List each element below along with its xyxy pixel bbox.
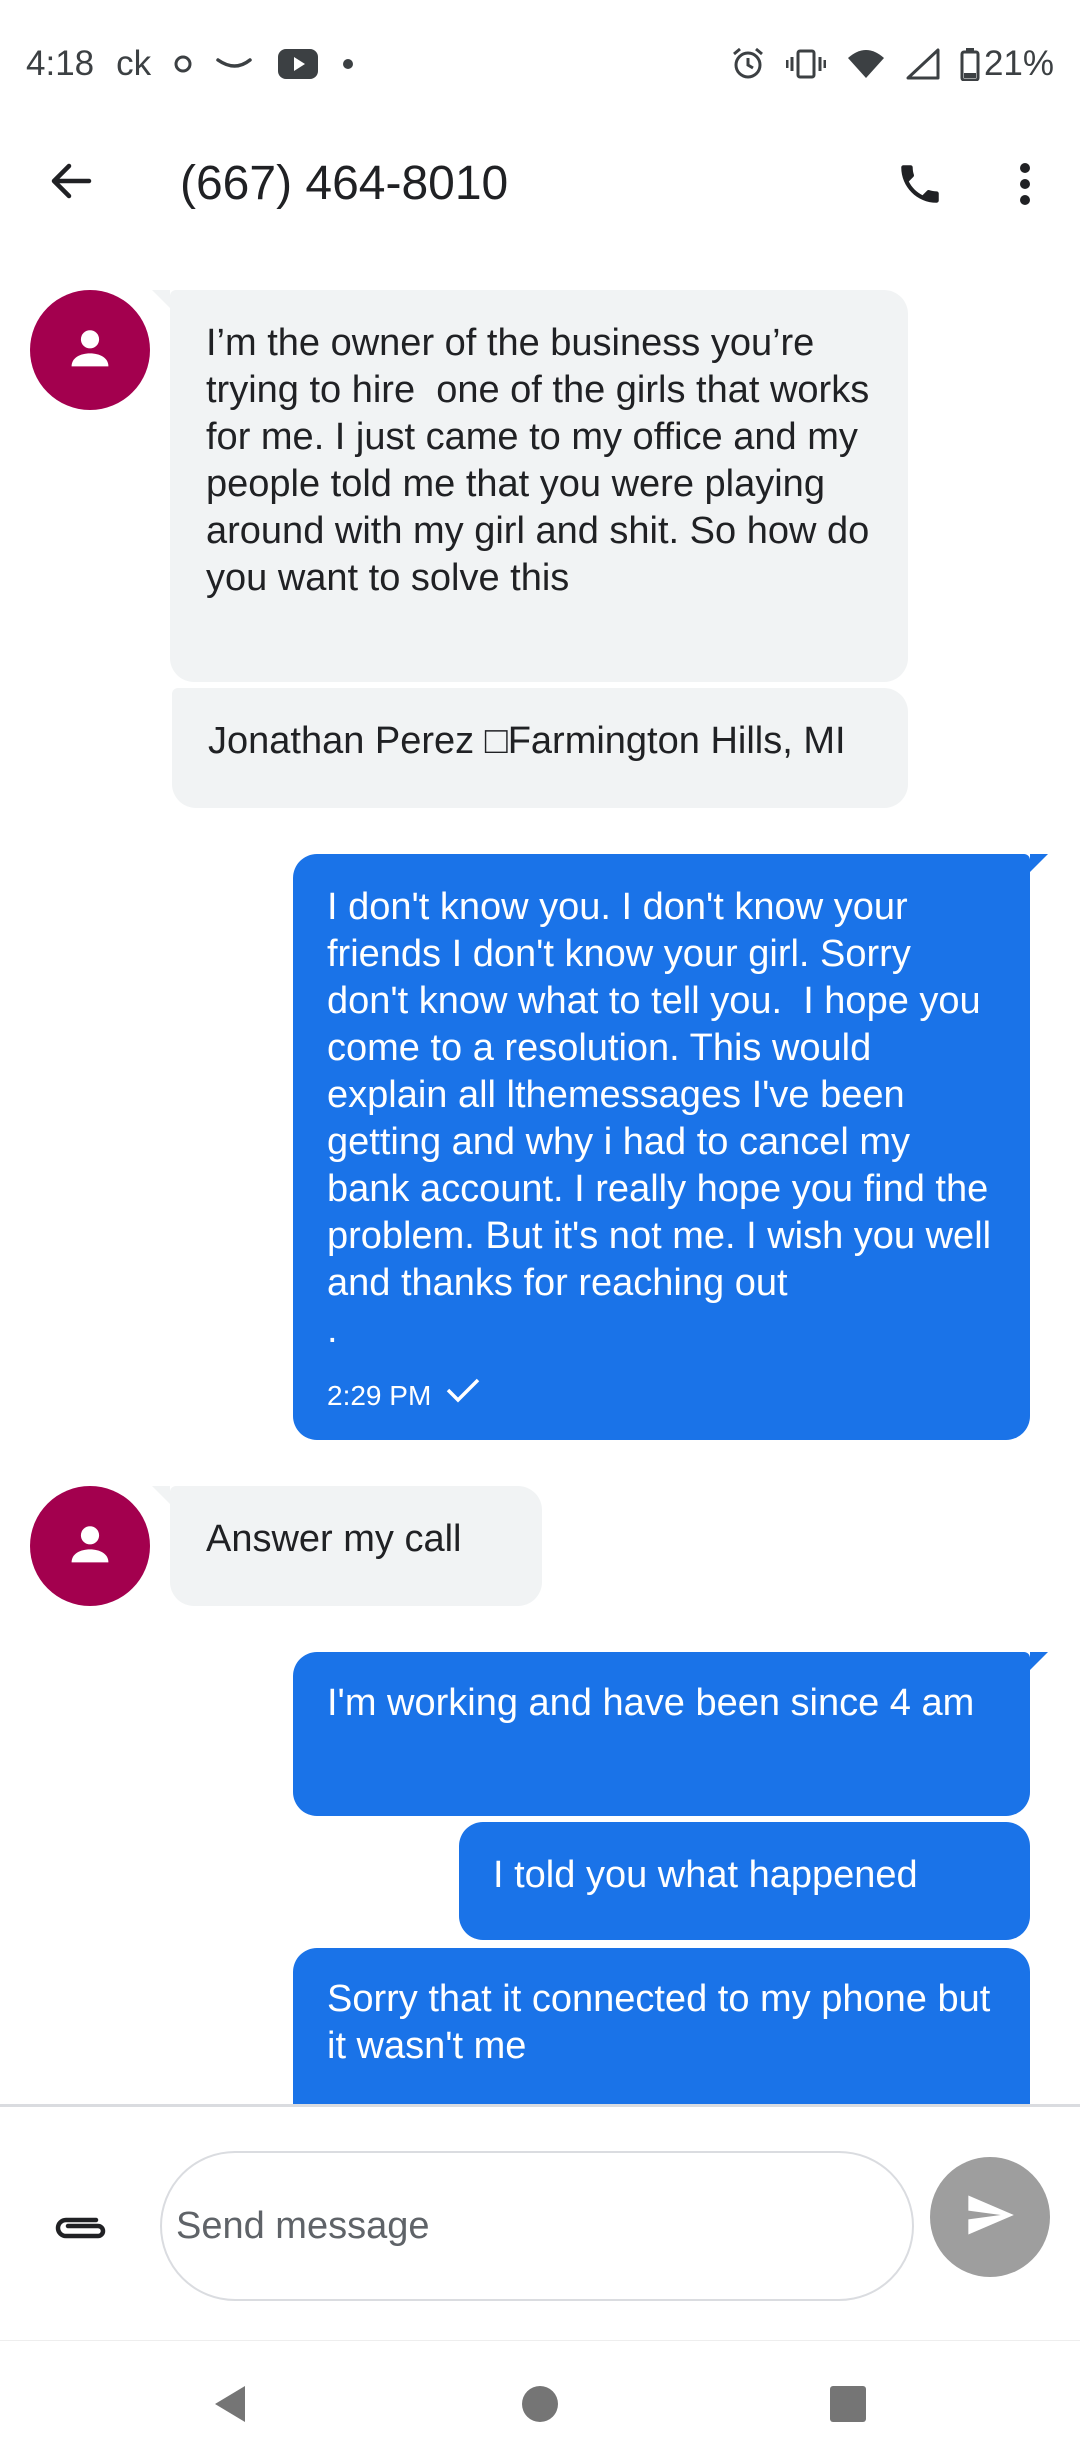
nav-back-button[interactable] xyxy=(194,2371,264,2441)
message-input[interactable] xyxy=(160,2151,914,2301)
alarm-icon xyxy=(730,46,766,82)
incoming-message-bubble[interactable]: I’m the owner of the business you’re try… xyxy=(170,290,908,682)
dot-icon xyxy=(173,54,193,74)
battery-percent: 21% xyxy=(983,44,1054,83)
bubble-tail xyxy=(1030,1652,1048,1670)
bubble-tail xyxy=(1030,854,1048,872)
status-bar: 4:18 ck 21% xyxy=(0,0,1080,134)
phone-icon xyxy=(895,159,945,214)
person-icon xyxy=(64,322,116,379)
contact-avatar[interactable] xyxy=(30,290,150,410)
message-text: Sorry that it connected to my phone but … xyxy=(327,1978,1001,2067)
message-text: Jonathan Perez □Farmington Hills, MI xyxy=(208,720,846,762)
person-icon xyxy=(64,1518,116,1575)
bubble-tail xyxy=(152,1486,170,1504)
back-arrow-icon xyxy=(49,159,93,208)
battery-icon xyxy=(960,47,980,81)
message-text: I told you what happened xyxy=(493,1854,918,1896)
send-button[interactable] xyxy=(930,2157,1050,2277)
amazon-smile-icon xyxy=(215,54,255,74)
vibrate-icon xyxy=(785,48,826,80)
bubble-tail xyxy=(152,290,170,308)
message-text: I'm working and have been since 4 am xyxy=(327,1682,975,1724)
compose-bar xyxy=(0,2104,1080,2340)
outgoing-message-bubble[interactable]: I told you what happened xyxy=(459,1822,1030,1940)
send-icon xyxy=(964,2189,1016,2246)
incoming-message-bubble[interactable]: Answer my call xyxy=(170,1486,542,1606)
wifi-icon xyxy=(846,48,886,80)
youtube-icon xyxy=(277,48,319,80)
nav-home-icon xyxy=(520,2384,560,2429)
status-carrier-tag: ck xyxy=(116,44,152,83)
nav-home-button[interactable] xyxy=(505,2371,575,2441)
attach-button[interactable] xyxy=(46,2205,116,2255)
outgoing-message-bubble[interactable]: I don't know you. I don't know your frie… xyxy=(293,854,1030,1440)
outgoing-message-bubble[interactable]: I'm working and have been since 4 am xyxy=(293,1652,1030,1816)
back-button[interactable] xyxy=(36,148,106,218)
small-dot-icon xyxy=(341,57,355,71)
app-bar: (667) 464-8010 xyxy=(0,134,1080,238)
nav-recents-icon xyxy=(828,2384,868,2429)
attachment-icon xyxy=(52,2211,110,2250)
incoming-message-bubble[interactable]: Jonathan Perez □Farmington Hills, MI xyxy=(172,688,908,808)
outgoing-message-bubble[interactable]: Sorry that it connected to my phone but … xyxy=(293,1948,1030,2128)
message-timestamp: 2:29 PM xyxy=(327,1380,432,1411)
more-options-button[interactable] xyxy=(1000,148,1050,224)
nav-recents-button[interactable] xyxy=(813,2371,883,2441)
conversation-title: (667) 464-8010 xyxy=(180,157,509,210)
message-text: I don't know you. I don't know your frie… xyxy=(327,886,992,1351)
status-time: 4:18 xyxy=(26,44,95,83)
message-text: Answer my call xyxy=(206,1518,462,1560)
message-text: I’m the owner of the business you’re try… xyxy=(206,322,880,599)
contact-avatar[interactable] xyxy=(30,1486,150,1606)
sent-check-icon xyxy=(445,1372,481,1419)
call-button[interactable] xyxy=(882,148,958,224)
nav-back-icon xyxy=(209,2382,249,2431)
more-vert-icon xyxy=(1018,161,1032,212)
signal-icon xyxy=(906,48,940,80)
system-nav-bar xyxy=(0,2340,1080,2460)
